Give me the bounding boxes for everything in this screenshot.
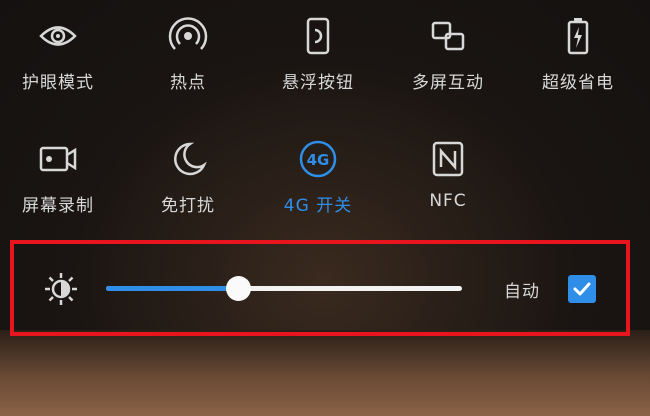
- tile-power-saving[interactable]: 超级省电: [523, 14, 633, 93]
- tile-label: 4G 开关: [283, 196, 353, 216]
- tile-4g-switch[interactable]: 4G 4G 开关: [263, 137, 373, 216]
- quick-settings-grid: 护眼模式 热点 悬浮按钮 多屏互动 超级省电 屏幕录制 免打扰 4G 4G 开关…: [0, 0, 650, 240]
- tile-nfc[interactable]: NFC: [393, 137, 503, 211]
- tile-label: 护眼模式: [22, 73, 94, 93]
- tile-label: 悬浮按钮: [282, 73, 354, 93]
- 4g-icon: 4G: [296, 137, 340, 181]
- brightness-slider-thumb[interactable]: [225, 276, 251, 301]
- wallpaper-strip: [0, 330, 650, 416]
- tile-hotspot[interactable]: 热点: [133, 14, 243, 93]
- tile-label: 多屏互动: [412, 73, 484, 93]
- floating-button-icon: [296, 14, 340, 58]
- tile-multi-screen[interactable]: 多屏互动: [393, 14, 503, 93]
- nfc-icon: [426, 137, 470, 181]
- screen-record-icon: [36, 137, 80, 181]
- hotspot-icon: [166, 14, 210, 58]
- multi-screen-icon: [426, 14, 470, 58]
- brightness-icon: [44, 272, 78, 306]
- auto-brightness-label: 自动: [504, 282, 540, 302]
- brightness-slider[interactable]: [106, 276, 462, 301]
- battery-icon: [556, 14, 600, 58]
- svg-text:4G: 4G: [307, 151, 330, 169]
- tile-label: 免打扰: [161, 196, 215, 216]
- tile-eye-comfort[interactable]: 护眼模式: [3, 14, 113, 93]
- moon-icon: [166, 137, 210, 181]
- tile-label: 屏幕录制: [22, 196, 94, 216]
- brightness-slider-fill: [106, 286, 238, 291]
- tile-floating-button[interactable]: 悬浮按钮: [263, 14, 373, 93]
- tile-do-not-disturb[interactable]: 免打扰: [133, 137, 243, 216]
- auto-brightness-checkbox[interactable]: [568, 275, 596, 303]
- tile-label: NFC: [429, 191, 467, 211]
- eye-icon: [36, 14, 80, 58]
- tile-label: 热点: [170, 73, 206, 93]
- tile-label: 超级省电: [542, 73, 614, 93]
- checkmark-icon: [573, 282, 591, 296]
- tile-screen-record[interactable]: 屏幕录制: [3, 137, 113, 216]
- brightness-panel: 自动: [10, 240, 630, 336]
